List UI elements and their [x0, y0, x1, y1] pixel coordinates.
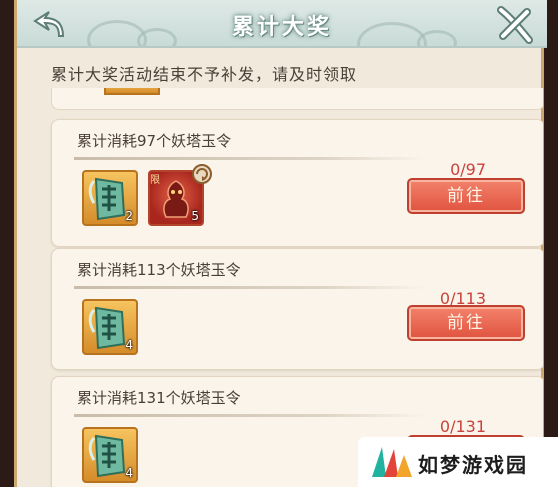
- reward-item-partial: [104, 88, 160, 95]
- jade-token-item[interactable]: 2: [82, 170, 138, 226]
- jade-token-item[interactable]: 4: [82, 299, 138, 355]
- watermark-logo-icon: [372, 447, 412, 477]
- watermark-text: 如梦游戏园: [418, 453, 528, 477]
- panel-header: 累计大奖: [17, 0, 547, 48]
- notice-text: 累计大奖活动结束不予补发，请及时领取: [51, 65, 358, 84]
- progress-text: 0/97: [450, 160, 486, 179]
- red-demon-item[interactable]: 限 5: [148, 164, 212, 226]
- reward-title: 累计消耗131个妖塔玉令: [77, 389, 241, 407]
- reward-title: 累计消耗97个妖塔玉令: [77, 132, 232, 150]
- go-button[interactable]: 前往: [407, 305, 525, 341]
- close-button[interactable]: [493, 4, 535, 46]
- item-quantity: 5: [191, 209, 199, 223]
- reward-card: 累计消耗113个妖塔玉令 4 0/113 前往: [51, 248, 543, 370]
- close-icon: [497, 6, 533, 44]
- progress-text: 0/131: [439, 417, 486, 436]
- reward-panel: 累计大奖 累计大奖活动结束不予补发，请及时领取 累计消耗97个妖塔玉令 2 限 …: [14, 0, 547, 487]
- reward-card: 累计消耗97个妖塔玉令 2 限 5 0/97 前往: [51, 119, 543, 247]
- divider: [74, 157, 426, 160]
- item-quantity: 4: [125, 338, 133, 352]
- reward-title: 累计消耗113个妖塔玉令: [77, 261, 241, 279]
- previous-reward-card: [51, 88, 543, 110]
- item-quantity: 4: [125, 466, 133, 480]
- watermark: 如梦游戏园: [358, 437, 558, 487]
- go-button[interactable]: 前往: [407, 178, 525, 214]
- page-title: 累计大奖: [231, 14, 332, 40]
- item-quantity: 2: [125, 209, 133, 223]
- divider: [74, 414, 426, 417]
- reward-list[interactable]: 累计消耗97个妖塔玉令 2 限 5 0/97 前往 累计消耗113个妖塔玉令 4…: [41, 88, 543, 487]
- back-arrow-icon: [33, 11, 65, 37]
- divider: [74, 286, 426, 289]
- refresh-icon: [192, 164, 212, 184]
- back-button[interactable]: [33, 8, 77, 42]
- jade-token-item[interactable]: 4: [82, 427, 138, 483]
